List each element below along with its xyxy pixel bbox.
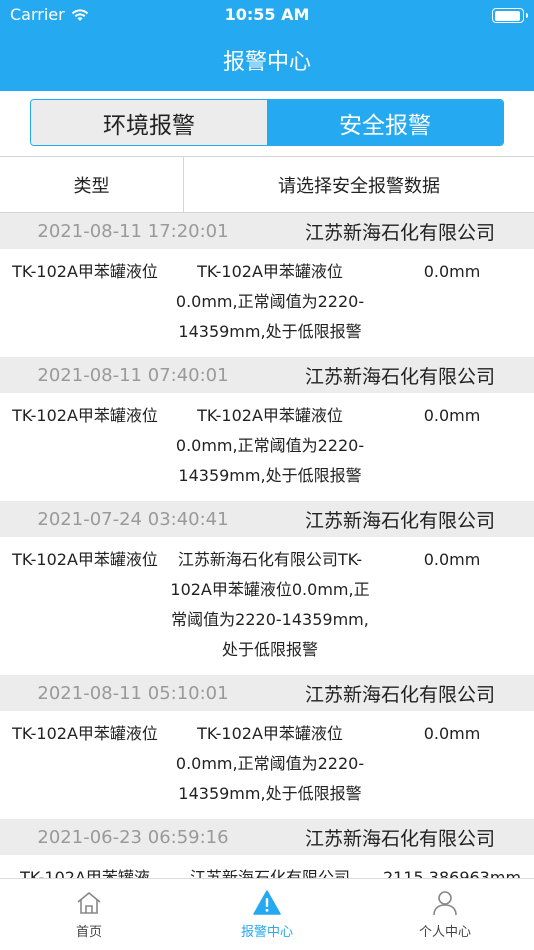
alarm-time: 2021-07-24 03:40:41 [37, 508, 229, 530]
battery-fill [494, 10, 521, 21]
alarm-company: 江苏新海石化有限公司 [304, 827, 495, 850]
alarm-item-body: TK-102A甲苯罐液位 TK-102A甲苯罐液位0.0mm,正常阈值为2220… [0, 393, 534, 501]
alarm-item-body: TK-102A甲苯罐液 江苏新海石化有限公司 2115.386963mm [0, 855, 534, 878]
alarm-item[interactable]: 2021-07-24 03:40:41 江苏新海石化有限公司 TK-102A甲苯… [0, 501, 534, 675]
page-title: 报警中心 [222, 50, 311, 75]
battery-icon [492, 8, 528, 23]
alarm-description: 江苏新海石化有限公司TK-102A甲苯罐液位0.0mm,正常阈值为2220-14… [170, 550, 370, 659]
alarm-description: TK-102A甲苯罐液位0.0mm,正常阈值为2220-14359mm,处于低限… [175, 262, 365, 341]
alarm-item-header: 2021-08-11 05:10:01 江苏新海石化有限公司 [0, 675, 534, 711]
status-time: 10:55 AM [224, 5, 310, 24]
tab-profile-label: 个人中心 [418, 925, 471, 940]
alarm-item-header: 2021-07-24 03:40:41 江苏新海石化有限公司 [0, 501, 534, 537]
alarm-type-segment: 环境报警 安全报警 [30, 99, 504, 146]
alarm-description: 江苏新海石化有限公司 [189, 868, 350, 878]
alarm-item-header: 2021-06-23 06:59:16 江苏新海石化有限公司 [0, 819, 534, 855]
data-selector[interactable]: 请选择安全报警数据 [184, 157, 534, 212]
alarm-item-body: TK-102A甲苯罐液位 TK-102A甲苯罐液位0.0mm,正常阈值为2220… [0, 711, 534, 819]
alarm-item[interactable]: 2021-06-23 06:59:16 江苏新海石化有限公司 TK-102A甲苯… [0, 819, 534, 878]
alarm-company: 江苏新海石化有限公司 [304, 509, 495, 532]
type-filter[interactable]: 类型 [0, 157, 184, 212]
tab-alarm-label: 报警中心 [240, 925, 293, 940]
filter-bar: 类型 请选择安全报警数据 [0, 156, 534, 213]
alarm-company: 江苏新海石化有限公司 [304, 221, 495, 244]
alarm-point-name: TK-102A甲苯罐液位 [12, 262, 158, 281]
alarm-point-name: TK-102A甲苯罐液 [20, 868, 150, 878]
alarm-value: 0.0mm [423, 724, 481, 743]
alarm-item[interactable]: 2021-08-11 07:40:01 江苏新海石化有限公司 TK-102A甲苯… [0, 357, 534, 501]
segment-safety[interactable]: 安全报警 [267, 100, 503, 145]
segment-environment[interactable]: 环境报警 [31, 100, 267, 145]
warning-icon [253, 890, 281, 915]
alarm-item-body: TK-102A甲苯罐液位 TK-102A甲苯罐液位0.0mm,正常阈值为2220… [0, 249, 534, 357]
alarm-item[interactable]: 2021-08-11 17:20:01 江苏新海石化有限公司 TK-102A甲苯… [0, 213, 534, 357]
alarm-time: 2021-06-23 06:59:16 [37, 826, 229, 848]
alarm-item-body: TK-102A甲苯罐液位 江苏新海石化有限公司TK-102A甲苯罐液位0.0mm… [0, 537, 534, 675]
alarm-point-name: TK-102A甲苯罐液位 [12, 724, 158, 743]
tab-profile[interactable]: 个人中心 [356, 879, 534, 950]
alarm-company: 江苏新海石化有限公司 [304, 683, 495, 706]
alarm-description: TK-102A甲苯罐液位0.0mm,正常阈值为2220-14359mm,处于低限… [175, 724, 365, 803]
alarm-item-header: 2021-08-11 07:40:01 江苏新海石化有限公司 [0, 357, 534, 393]
alarm-value: 0.0mm [423, 550, 481, 569]
alarm-point-name: TK-102A甲苯罐液位 [12, 550, 158, 569]
alarm-value: 0.0mm [423, 262, 481, 281]
alarm-company: 江苏新海石化有限公司 [304, 365, 495, 388]
alarm-list[interactable]: 2021-08-11 17:20:01 江苏新海石化有限公司 TK-102A甲苯… [0, 213, 534, 878]
home-icon [77, 892, 101, 914]
alarm-description: TK-102A甲苯罐液位0.0mm,正常阈值为2220-14359mm,处于低限… [175, 406, 365, 485]
tab-home[interactable]: 首页 [0, 879, 178, 950]
status-bar: Carrier 10:55 AM [0, 0, 534, 30]
alarm-point-name: TK-102A甲苯罐液位 [12, 406, 158, 425]
person-icon [433, 891, 457, 916]
alarm-value: 2115.386963mm [382, 868, 522, 878]
alarm-value: 0.0mm [423, 406, 481, 425]
tab-alarm-center[interactable]: 报警中心 [178, 879, 356, 950]
alarm-item-header: 2021-08-11 17:20:01 江苏新海石化有限公司 [0, 213, 534, 249]
alarm-time: 2021-08-11 17:20:01 [37, 220, 229, 242]
alarm-time: 2021-08-11 05:10:01 [37, 682, 229, 704]
alarm-item[interactable]: 2021-08-11 05:10:01 江苏新海石化有限公司 TK-102A甲苯… [0, 675, 534, 819]
app-header: Carrier 10:55 AM 报警中心 [0, 0, 534, 91]
tab-home-label: 首页 [75, 925, 102, 940]
alarm-time: 2021-08-11 07:40:01 [37, 364, 229, 386]
tab-bar: 首页 报警中心 个人中心 [0, 878, 534, 950]
